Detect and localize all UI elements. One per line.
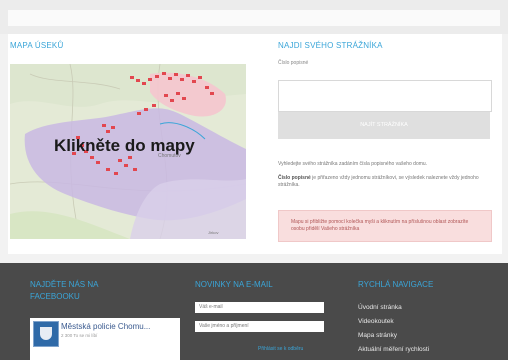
- house-number-label: Číslo popisné: [278, 60, 309, 66]
- facebook-title-line1: NAJDĚTE NÁS NA: [30, 280, 99, 289]
- house-number-input[interactable]: [278, 80, 492, 112]
- newsletter-name-input[interactable]: Vaše jméno a příjmení: [195, 321, 324, 332]
- sector-map[interactable]: Chomutov Jirkov Klikněte do mapy: [10, 64, 246, 239]
- quick-nav-title: RYCHLÁ NAVIGACE: [358, 280, 434, 289]
- police-logo-icon: [33, 321, 59, 347]
- find-officer-button[interactable]: NAJÍT STRÁŽNÍKA: [278, 112, 490, 139]
- facebook-page-stats: 2 300 To se mi líbí: [61, 333, 98, 338]
- name-placeholder: Vaše jméno a příjmení: [199, 323, 249, 329]
- map-section-title: MAPA ÚSEKŮ: [10, 41, 64, 50]
- nav-item-speed[interactable]: Aktuální měření rychlosti: [358, 346, 429, 353]
- nav-item-sitemap[interactable]: Mapa stránky: [358, 332, 397, 339]
- nav-item-video[interactable]: Videokoutek: [358, 318, 394, 325]
- find-section-title: NAJDI SVÉHO STRÁŽNÍKA: [278, 41, 383, 50]
- find-note-bold: Číslo popisné: [278, 175, 311, 181]
- find-note: Číslo popisné je přiřazeno vždy jednomu …: [278, 175, 496, 189]
- top-strip: [0, 0, 508, 34]
- facebook-page-name[interactable]: Městská policie Chomu...: [61, 322, 150, 331]
- email-placeholder: Váš e-mail: [199, 304, 223, 310]
- nav-item-home[interactable]: Úvodní stránka: [358, 304, 402, 311]
- find-description: Vyhledejte svého strážníka zadáním čísla…: [278, 161, 428, 167]
- subscribe-button[interactable]: Přihlásit se k odběru: [258, 346, 303, 352]
- top-bar: [8, 10, 500, 26]
- map-place-label-2: Jirkov: [208, 230, 218, 235]
- newsletter-title: NOVINKY NA E-MAIL: [195, 280, 273, 289]
- facebook-widget[interactable]: Městská policie Chomu... 2 300 To se mi …: [30, 318, 180, 360]
- facebook-title-line2: FACEBOOKU: [30, 292, 80, 301]
- map-hint-text: Mapu si přibližte pomocí kolečka myši a …: [291, 219, 469, 232]
- newsletter-email-input[interactable]: Váš e-mail: [195, 302, 324, 313]
- map-hint-alert: Mapu si přibližte pomocí kolečka myši a …: [278, 210, 492, 242]
- map-cta[interactable]: Klikněte do mapy: [54, 136, 195, 156]
